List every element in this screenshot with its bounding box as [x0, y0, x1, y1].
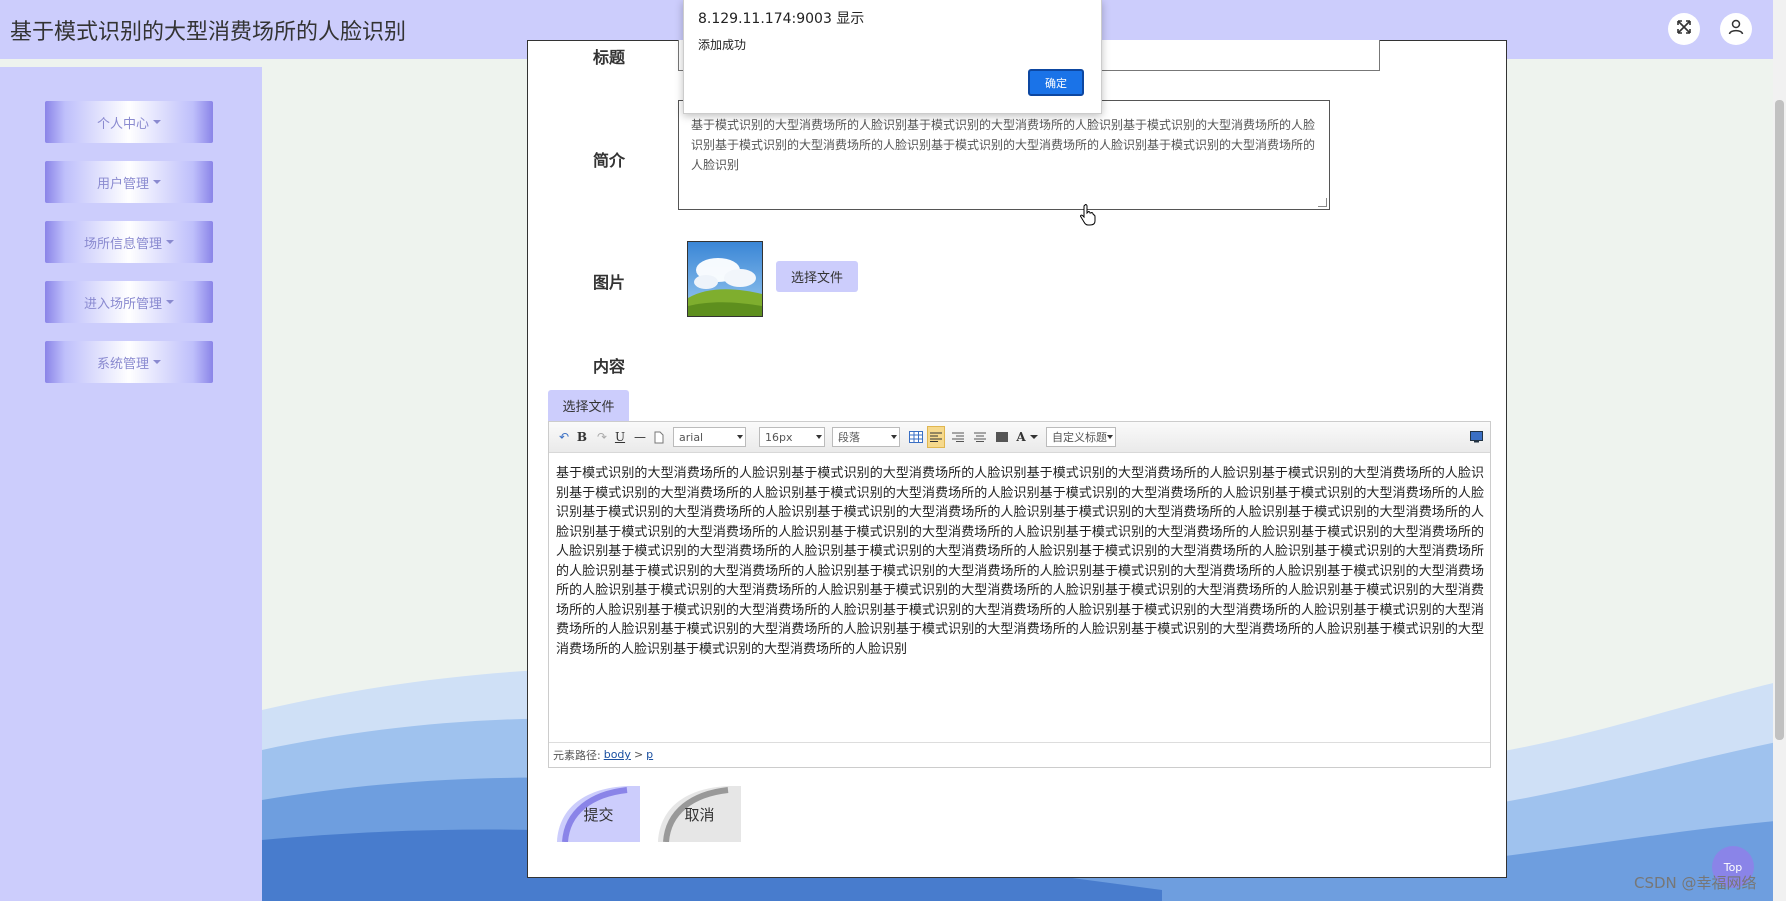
cancel-label: 取消	[684, 805, 715, 824]
content-label: 内容	[593, 357, 626, 376]
sidebar-item-venue-info[interactable]: 场所信息管理	[45, 221, 213, 263]
font-family-value: arial	[679, 430, 704, 444]
page-scrollbar-thumb[interactable]	[1775, 100, 1784, 740]
intro-text: 基于模式识别的大型消费场所的人脸识别基于模式识别的大型消费场所的人脸识别基于模式…	[691, 118, 1316, 172]
redo-icon[interactable]: ↷	[595, 429, 609, 445]
content-choose-file-button[interactable]: 选择文件	[548, 390, 629, 421]
dropdown-arrow-icon	[1107, 435, 1113, 439]
cancel-button[interactable]: 取消	[658, 786, 741, 842]
sidebar-item-label: 系统管理	[96, 356, 149, 372]
custom-heading-select[interactable]: 自定义标题	[1046, 427, 1116, 447]
submit-label: 提交	[583, 805, 614, 824]
caret-down-icon	[153, 180, 161, 184]
alert-message: 添加成功	[698, 38, 747, 52]
watermark: CSDN @幸福网络	[1634, 874, 1757, 892]
undo-icon[interactable]: ↶	[557, 429, 571, 445]
resize-handle-icon[interactable]	[1318, 198, 1327, 207]
dropdown-arrow-icon	[816, 435, 822, 439]
fullscreen-editor-icon[interactable]	[1469, 429, 1483, 445]
submit-button[interactable]: 提交	[557, 786, 640, 842]
element-path-label: 元素路径:	[553, 748, 601, 762]
font-family-select[interactable]: arial	[673, 427, 746, 447]
paragraph-select[interactable]: 段落	[832, 427, 900, 447]
app-title: 基于模式识别的大型消费场所的人脸识别	[10, 20, 407, 45]
intro-textarea[interactable]: 基于模式识别的大型消费场所的人脸识别基于模式识别的大型消费场所的人脸识别基于模式…	[678, 100, 1330, 210]
sidebar-item-personal-center[interactable]: 个人中心	[45, 101, 213, 143]
user-icon	[1727, 18, 1745, 40]
alert-origin: 8.129.11.174:9003 显示	[698, 11, 865, 27]
bold-button[interactable]: B	[575, 429, 589, 445]
align-left-icon[interactable]	[927, 426, 945, 448]
sidebar-item-venue-entry[interactable]: 进入场所管理	[45, 281, 213, 323]
caret-down-icon	[166, 300, 174, 304]
caret-down-icon	[166, 240, 174, 244]
document-icon[interactable]	[653, 429, 665, 445]
dropdown-arrow-icon	[891, 435, 897, 439]
element-path-separator: >	[633, 748, 644, 761]
image-choose-file-button[interactable]: 选择文件	[776, 261, 858, 292]
font-color-label: A	[1016, 430, 1026, 444]
paragraph-value: 段落	[838, 431, 860, 444]
alert-dialog: 8.129.11.174:9003 显示 添加成功 确定	[683, 0, 1102, 114]
underline-button[interactable]: U	[613, 429, 627, 445]
user-button[interactable]	[1720, 13, 1752, 45]
sidebar-item-label: 场所信息管理	[83, 236, 162, 252]
font-size-select[interactable]: 16px	[759, 427, 825, 447]
rich-text-editor: ↶ B ↷ U — arial 16px 段落 A 自定义标题 基于模式识别的大…	[548, 421, 1491, 768]
align-right-icon[interactable]	[950, 429, 966, 445]
font-color-button[interactable]: A	[1016, 429, 1038, 445]
editor-toolbar: ↶ B ↷ U — arial 16px 段落 A 自定义标题	[549, 422, 1490, 453]
fullscreen-button[interactable]	[1668, 13, 1700, 45]
element-path-body-link[interactable]: body	[604, 748, 631, 761]
hand-cursor-icon	[1080, 204, 1096, 230]
fullscreen-icon	[1676, 19, 1692, 39]
image-thumbnail[interactable]	[687, 241, 763, 317]
horizontal-rule-icon[interactable]: —	[633, 429, 647, 445]
element-path-p-link[interactable]: p	[646, 748, 653, 761]
alert-ok-button[interactable]: 确定	[1028, 69, 1084, 96]
align-justify-icon[interactable]	[994, 429, 1010, 445]
align-center-icon[interactable]	[972, 429, 988, 445]
sidebar-item-system[interactable]: 系统管理	[45, 341, 213, 383]
caret-down-icon	[1029, 435, 1038, 439]
element-path-bar: 元素路径: body > p	[549, 742, 1490, 766]
sidebar: 个人中心 用户管理 场所信息管理 进入场所管理 系统管理	[0, 67, 262, 901]
table-icon[interactable]	[908, 429, 924, 445]
editor-content[interactable]: 基于模式识别的大型消费场所的人脸识别基于模式识别的大型消费场所的人脸识别基于模式…	[556, 464, 1484, 659]
custom-heading-value: 自定义标题	[1052, 431, 1107, 444]
sidebar-item-label: 个人中心	[96, 116, 149, 132]
sidebar-item-user-management[interactable]: 用户管理	[45, 161, 213, 203]
sidebar-item-label: 进入场所管理	[83, 296, 162, 312]
title-label: 标题	[593, 48, 626, 67]
dropdown-arrow-icon	[737, 435, 743, 439]
image-label: 图片	[593, 273, 626, 292]
intro-label: 简介	[593, 151, 626, 170]
caret-down-icon	[153, 360, 161, 364]
font-size-value: 16px	[765, 430, 793, 444]
caret-down-icon	[153, 120, 161, 124]
sidebar-item-label: 用户管理	[96, 176, 149, 192]
